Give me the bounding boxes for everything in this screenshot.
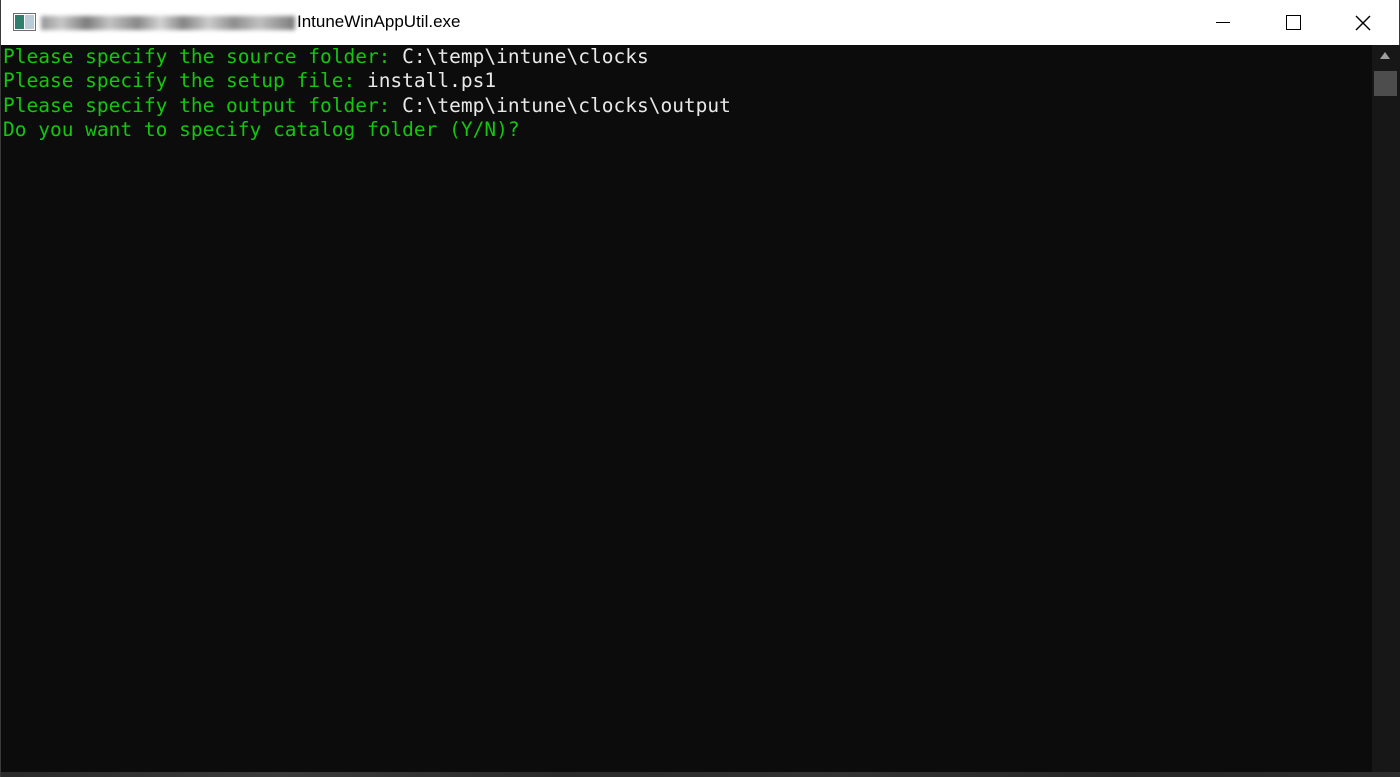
console-prompt: Please specify the setup file: xyxy=(3,69,367,92)
minimize-icon xyxy=(1216,22,1230,23)
vertical-scrollbar[interactable] xyxy=(1372,45,1400,777)
blurred-path xyxy=(41,16,295,30)
console-value: install.ps1 xyxy=(366,69,497,92)
scroll-up-arrow-icon[interactable] xyxy=(1380,52,1390,59)
console-output[interactable]: Please specify the source folder: C:\tem… xyxy=(1,45,1372,777)
window-bottom-edge xyxy=(1,772,1400,777)
console-prompt: Do you want to specify catalog folder (Y… xyxy=(3,118,520,141)
maximize-icon xyxy=(1285,15,1301,30)
console-line: Please specify the setup file: install.p… xyxy=(3,69,496,93)
scroll-thumb[interactable] xyxy=(1374,71,1397,96)
console-app-icon xyxy=(13,13,36,31)
console-prompt: Please specify the output folder: xyxy=(3,94,403,117)
console-value: C:\temp\intune\clocks xyxy=(402,45,649,68)
console-window: IntuneWinAppUtil.exe Please specify the … xyxy=(0,0,1400,777)
console-value: C:\temp\intune\clocks\output xyxy=(402,94,731,117)
console-line: Please specify the source folder: C:\tem… xyxy=(3,45,649,69)
maximize-button[interactable] xyxy=(1258,0,1328,45)
minimize-button[interactable] xyxy=(1188,0,1258,45)
console-line: Please specify the output folder: C:\tem… xyxy=(3,94,731,118)
console-line: Do you want to specify catalog folder (Y… xyxy=(3,118,520,142)
close-icon xyxy=(1355,15,1371,30)
console-prompt: Please specify the source folder: xyxy=(3,45,403,68)
title-bar[interactable]: IntuneWinAppUtil.exe xyxy=(1,0,1399,45)
close-button[interactable] xyxy=(1328,0,1398,45)
window-title: IntuneWinAppUtil.exe xyxy=(297,12,461,31)
